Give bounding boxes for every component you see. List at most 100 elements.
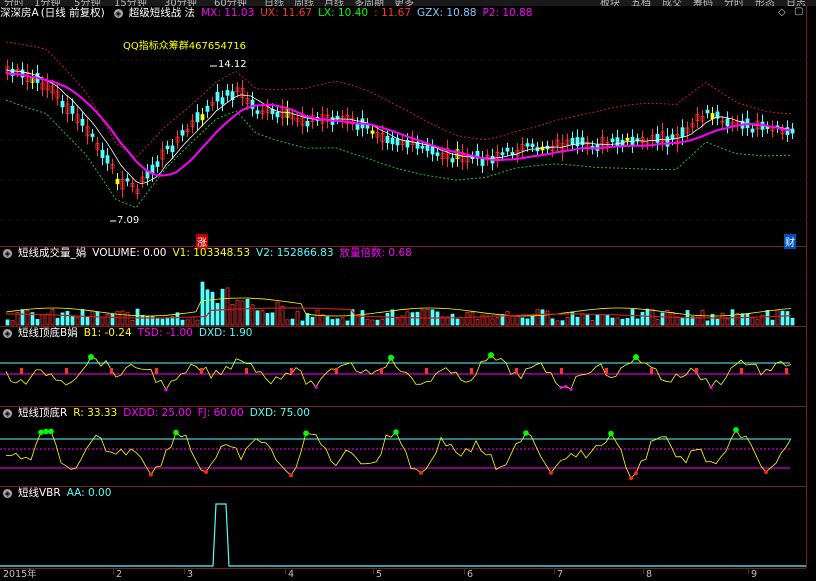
candle-body bbox=[680, 127, 685, 138]
volume-bar bbox=[335, 318, 340, 326]
candle-body bbox=[420, 145, 425, 149]
volume-bar bbox=[360, 310, 365, 326]
candle-body bbox=[665, 136, 670, 147]
candle-body bbox=[750, 128, 755, 133]
volume-bar bbox=[365, 318, 370, 326]
lower-band-line bbox=[5, 99, 792, 209]
volume-bar bbox=[585, 314, 590, 326]
volume-bar bbox=[95, 311, 100, 326]
volume-bar bbox=[510, 315, 515, 326]
candle-body bbox=[655, 133, 660, 143]
r-bottom-marker bbox=[204, 470, 208, 475]
b-bottom-marker bbox=[559, 385, 563, 390]
volume-bar bbox=[670, 311, 675, 326]
volume-bar bbox=[210, 291, 215, 326]
candle-body bbox=[575, 137, 580, 147]
candle-body bbox=[580, 137, 585, 146]
candle-body bbox=[430, 146, 435, 155]
b-signal-marker bbox=[200, 368, 203, 374]
volume-bar bbox=[10, 320, 15, 326]
r-bottom-marker bbox=[419, 470, 423, 475]
time-axis-label-6: 7 bbox=[557, 569, 564, 580]
volume-bar bbox=[130, 320, 135, 326]
volume-bar bbox=[240, 300, 245, 326]
b-bottom-marker bbox=[164, 388, 168, 392]
volume-bar bbox=[720, 312, 725, 326]
r-bottom-marker bbox=[149, 472, 153, 477]
volume-bar bbox=[495, 317, 500, 326]
volume-bar bbox=[515, 315, 520, 326]
volume-bar bbox=[635, 318, 640, 326]
volume-bar bbox=[770, 319, 775, 326]
volume-bar bbox=[255, 310, 260, 326]
time-axis-tick bbox=[748, 569, 749, 574]
volume-bar bbox=[375, 319, 380, 326]
candle-body bbox=[355, 123, 360, 130]
volume-bar bbox=[775, 309, 780, 326]
b-signal-marker bbox=[245, 368, 248, 374]
b-bottom-marker bbox=[564, 384, 568, 389]
chart-canvas[interactable] bbox=[0, 0, 806, 568]
volume-bar bbox=[425, 308, 430, 326]
time-axis-tick bbox=[464, 569, 465, 574]
time-axis-label-7: 8 bbox=[646, 569, 653, 580]
time-axis-label-3: 4 bbox=[288, 569, 295, 580]
time-axis-label-4: 5 bbox=[376, 569, 383, 580]
volume-bar bbox=[620, 318, 625, 326]
b-signal-marker bbox=[650, 368, 653, 374]
candle-body bbox=[725, 118, 730, 127]
r-top-marker bbox=[393, 429, 399, 435]
volume-bar bbox=[385, 312, 390, 326]
volume-bar bbox=[595, 314, 600, 326]
volume-bar bbox=[20, 309, 25, 326]
candle-body bbox=[530, 143, 535, 148]
r-top-marker bbox=[523, 430, 529, 436]
candle-body bbox=[395, 138, 400, 146]
volume-bar bbox=[750, 317, 755, 326]
volume-bar bbox=[755, 319, 760, 326]
b-signal-marker bbox=[740, 368, 743, 374]
volume-bar bbox=[295, 310, 300, 326]
r-top-marker bbox=[38, 429, 44, 436]
volume-bar bbox=[195, 319, 200, 326]
candle-body bbox=[425, 144, 430, 151]
volume-bar bbox=[560, 320, 565, 326]
volume-bar bbox=[705, 320, 710, 326]
volume-bar bbox=[380, 319, 385, 326]
volume-bar bbox=[790, 317, 795, 326]
volume-bar bbox=[225, 287, 230, 326]
volume-bar bbox=[610, 317, 615, 326]
time-axis-tick bbox=[113, 569, 114, 574]
volume-bar bbox=[270, 312, 275, 326]
candle-body bbox=[80, 118, 85, 126]
volume-bar bbox=[645, 308, 650, 326]
candle-body bbox=[255, 110, 260, 114]
volume-bar bbox=[450, 313, 455, 326]
candle-body bbox=[435, 152, 440, 156]
candle-body bbox=[790, 128, 795, 134]
candle-body bbox=[225, 90, 230, 96]
volume-bar bbox=[85, 316, 90, 326]
volume-bar bbox=[575, 316, 580, 326]
b-top-marker bbox=[88, 354, 94, 361]
b-signal-marker bbox=[425, 368, 428, 374]
candle-body bbox=[195, 112, 200, 123]
r-bottom-marker bbox=[764, 470, 768, 475]
time-axis-label-1: 2 bbox=[116, 569, 123, 580]
b-signal-marker bbox=[110, 368, 113, 374]
candle-body bbox=[205, 105, 210, 112]
volume-bar bbox=[245, 298, 250, 326]
r-top-marker bbox=[173, 429, 179, 436]
ma-long-line bbox=[5, 71, 792, 177]
candle-body bbox=[525, 143, 530, 147]
volume-bar bbox=[200, 281, 205, 326]
time-axis-tick bbox=[554, 569, 555, 574]
candle-body bbox=[705, 109, 710, 114]
volume-bar bbox=[160, 318, 165, 326]
candle-body bbox=[385, 135, 390, 143]
time-axis-label-2: 3 bbox=[187, 569, 194, 580]
volume-bar bbox=[40, 314, 45, 326]
volume-bar bbox=[55, 317, 60, 326]
volume-bar bbox=[45, 313, 50, 326]
volume-bar bbox=[185, 319, 190, 326]
